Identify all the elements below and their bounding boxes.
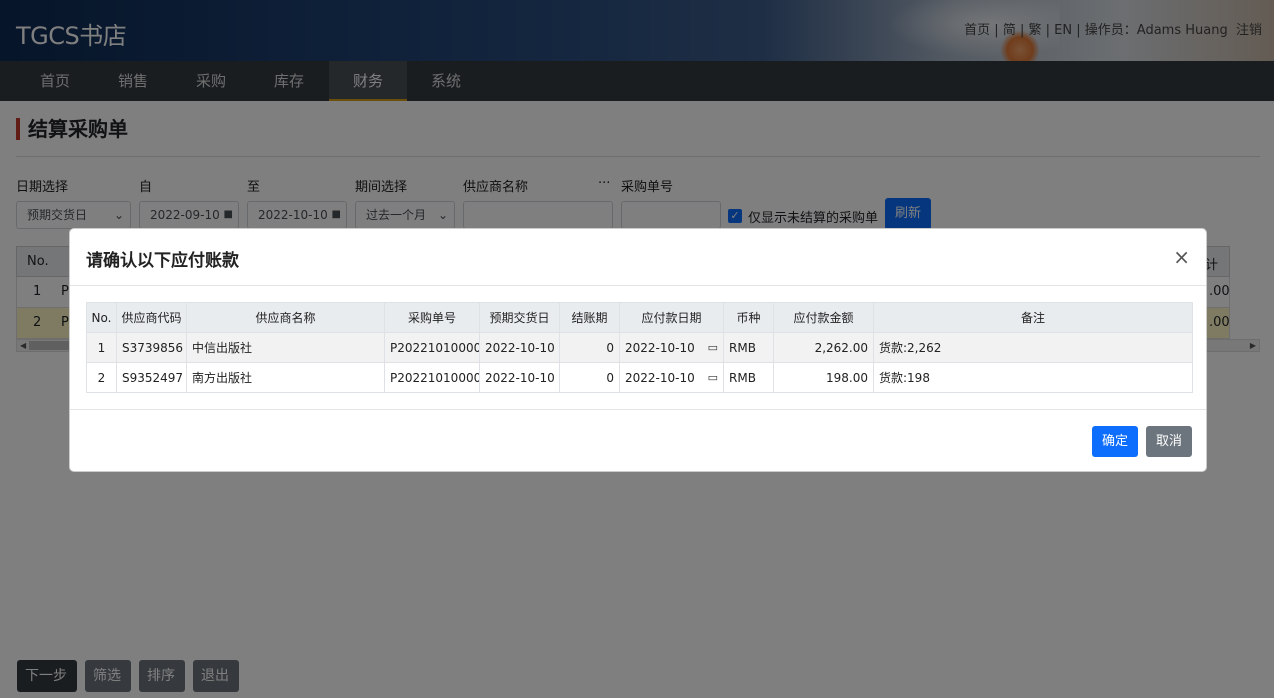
col-no: No. (86, 302, 117, 333)
payment-date-input[interactable]: 2022-10-10 ▭ (619, 332, 724, 363)
col-payment-date: 应付款日期 (619, 302, 724, 333)
payment-date-value: 2022-10-10 (625, 340, 695, 355)
calendar-icon[interactable]: ▭ (708, 371, 718, 384)
col-supplier-code: 供应商代码 (116, 302, 187, 333)
cell-currency: RMB (723, 362, 774, 393)
table-row[interactable]: 1 S3739856 中信出版社 P202210100001 2022-10-1… (86, 332, 1193, 363)
confirm-payables-modal: 请确认以下应付账款 × No. 供应商代码 供应商名称 采购单号 预期交货日 结… (69, 228, 1207, 472)
cell-term: 0 (559, 362, 620, 393)
cell-delivery-date: 2022-10-10 (479, 362, 560, 393)
table-header-row: No. 供应商代码 供应商名称 采购单号 预期交货日 结账期 应付款日期 币种 … (86, 302, 1193, 333)
payment-date-value: 2022-10-10 (625, 370, 695, 385)
payment-date-input[interactable]: 2022-10-10 ▭ (619, 362, 724, 393)
modal-divider (70, 285, 1206, 286)
cell-currency: RMB (723, 332, 774, 363)
cell-po-number: P202210100002 (384, 362, 480, 393)
cell-no: 1 (86, 332, 117, 363)
cell-supplier-name: 南方出版社 (186, 362, 385, 393)
cell-amount: 198.00 (773, 362, 874, 393)
cell-amount: 2,262.00 (773, 332, 874, 363)
cell-supplier-code: S3739856 (116, 332, 187, 363)
col-delivery-date: 预期交货日 (479, 302, 560, 333)
cell-note: 货款:2,262 (873, 332, 1193, 363)
calendar-icon[interactable]: ▭ (708, 341, 718, 354)
confirm-button[interactable]: 确定 (1092, 426, 1138, 457)
col-amount: 应付款金额 (773, 302, 874, 333)
close-icon[interactable]: × (1173, 247, 1190, 267)
cell-supplier-name: 中信出版社 (186, 332, 385, 363)
cell-supplier-code: S9352497 (116, 362, 187, 393)
modal-divider (70, 409, 1206, 410)
col-note: 备注 (873, 302, 1193, 333)
cell-delivery-date: 2022-10-10 (479, 332, 560, 363)
cell-po-number: P202210100001 (384, 332, 480, 363)
payables-table: No. 供应商代码 供应商名称 采购单号 预期交货日 结账期 应付款日期 币种 … (86, 302, 1193, 393)
col-supplier-name: 供应商名称 (186, 302, 385, 333)
cell-note: 货款:198 (873, 362, 1193, 393)
modal-title: 请确认以下应付账款 (86, 251, 239, 271)
cancel-button[interactable]: 取消 (1146, 426, 1192, 457)
cell-term: 0 (559, 332, 620, 363)
col-po-number: 采购单号 (384, 302, 480, 333)
table-row[interactable]: 2 S9352497 南方出版社 P202210100002 2022-10-1… (86, 362, 1193, 393)
col-term: 结账期 (559, 302, 620, 333)
cell-no: 2 (86, 362, 117, 393)
col-currency: 币种 (723, 302, 774, 333)
